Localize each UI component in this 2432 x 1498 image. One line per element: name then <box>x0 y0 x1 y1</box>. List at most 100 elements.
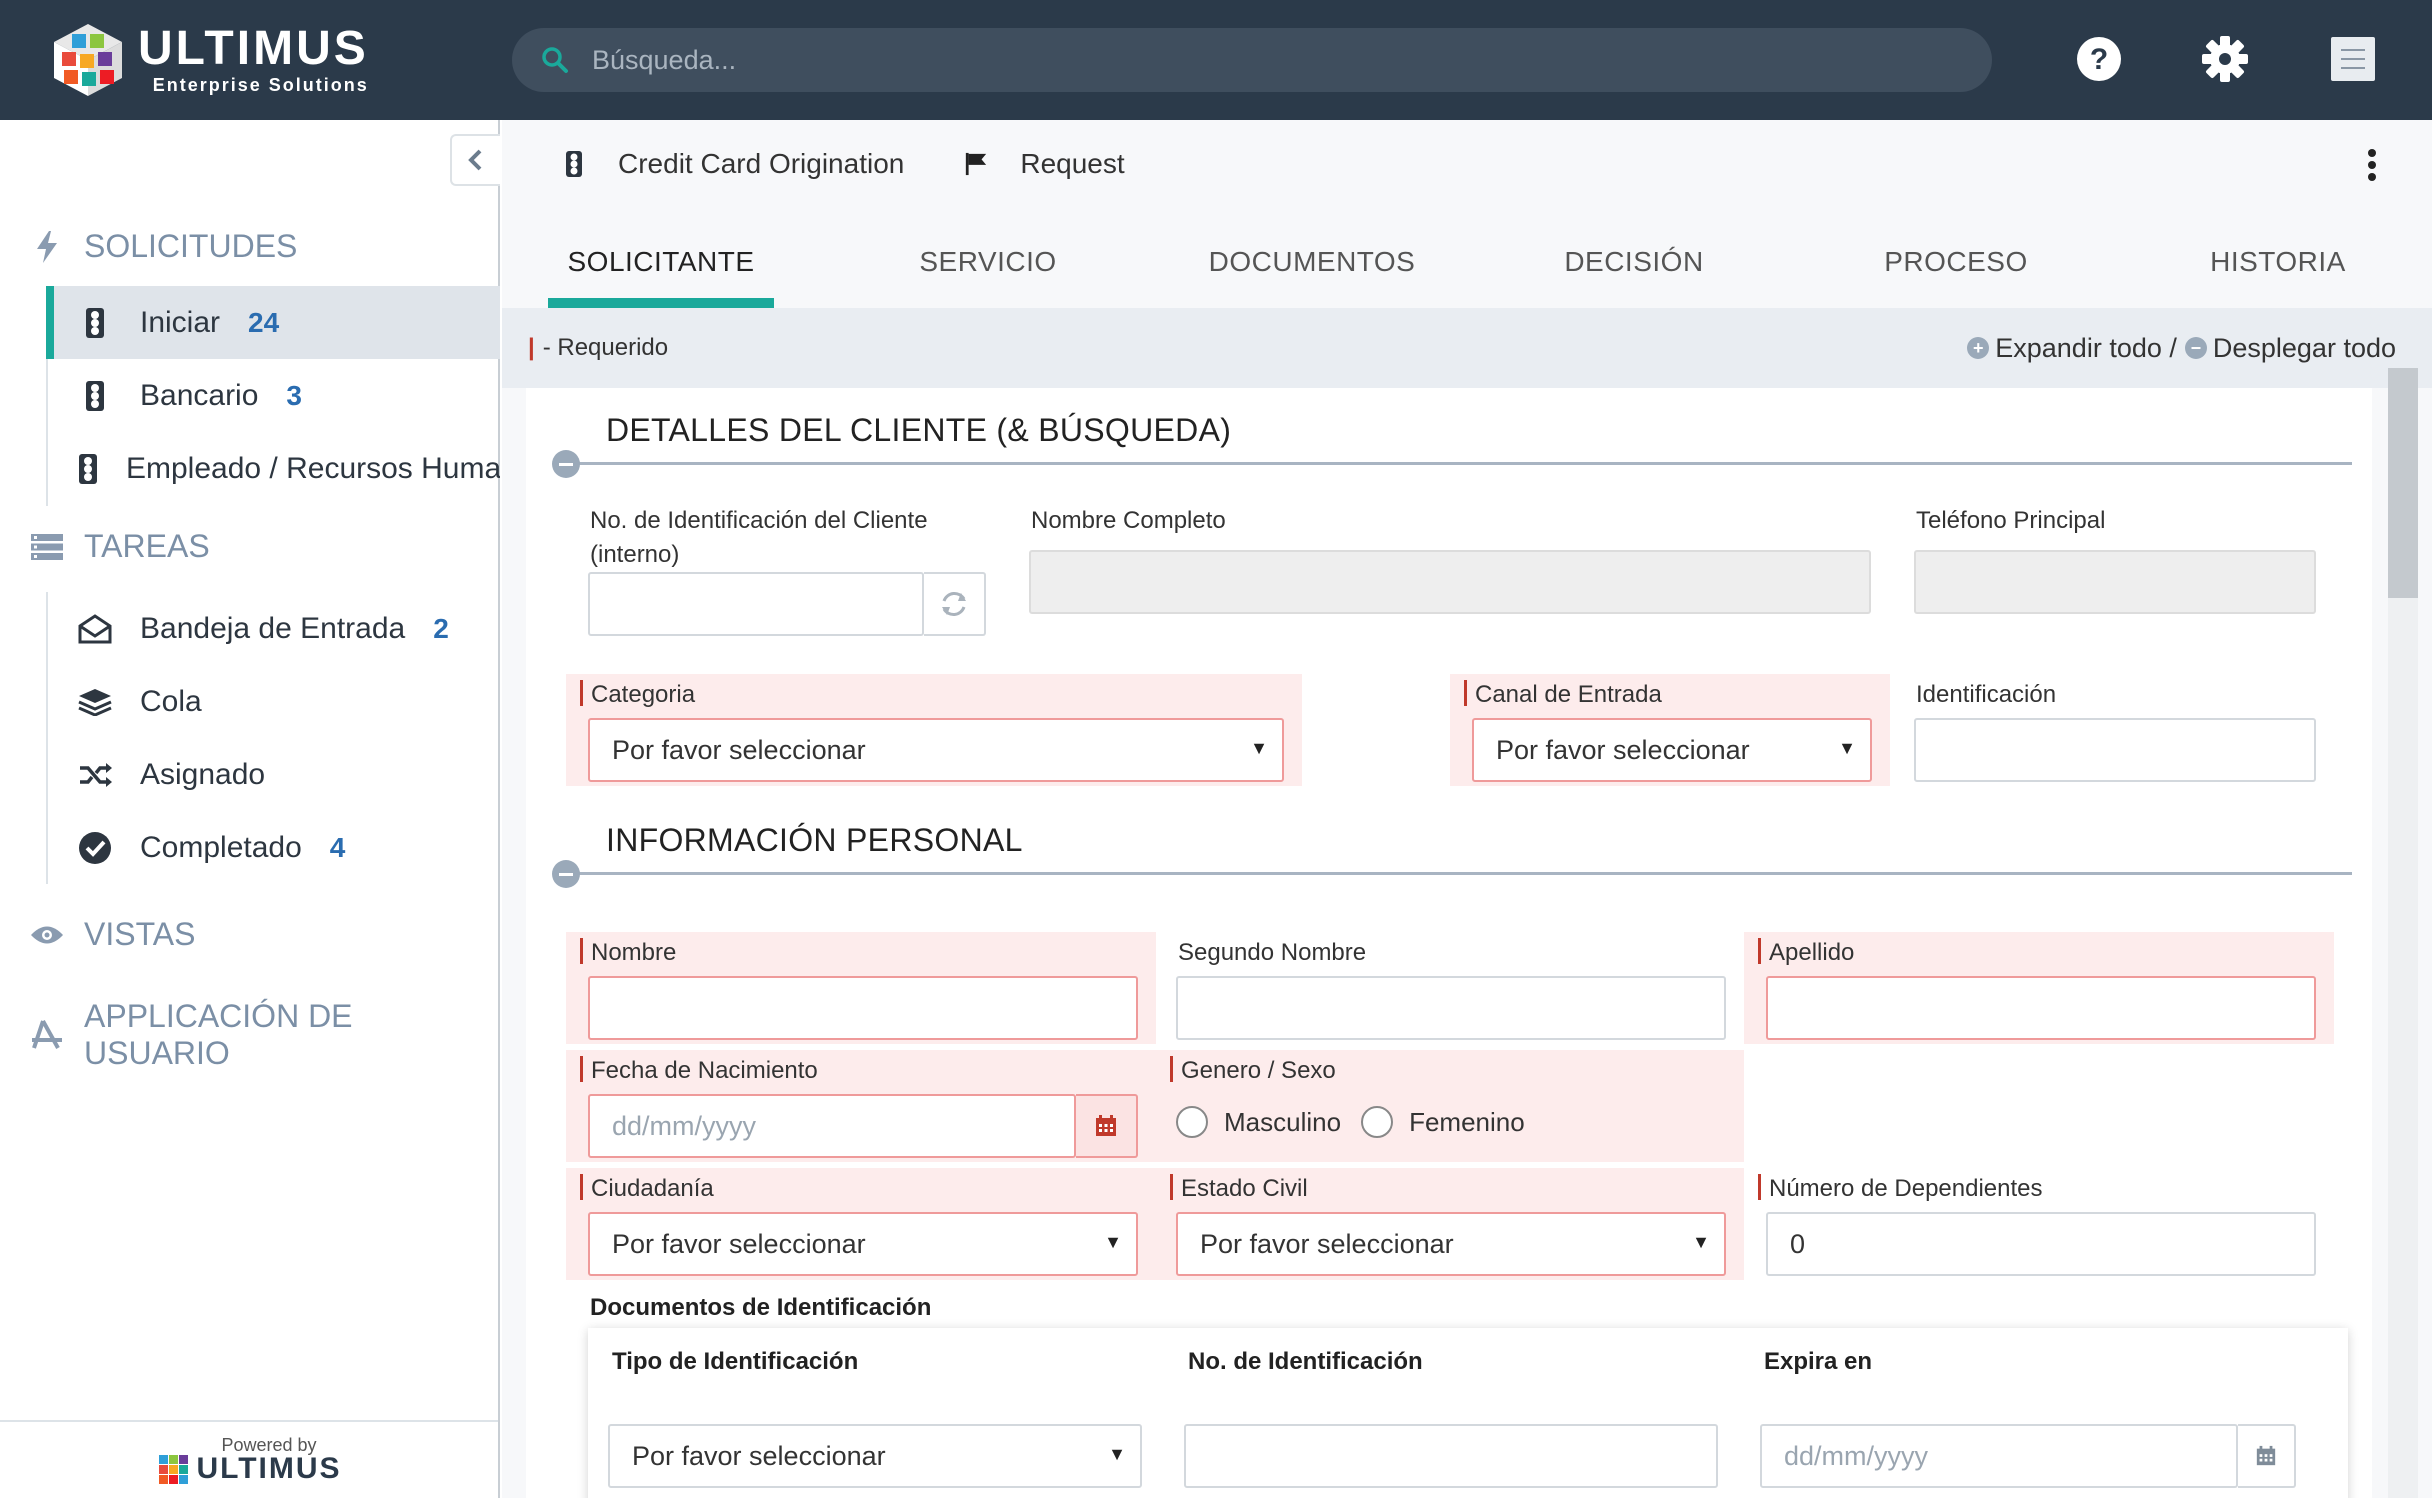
identification-label: Identificación <box>1916 681 2057 708</box>
sidebar-item-label: Iniciar <box>140 305 221 339</box>
section-solicitudes[interactable]: SOLICITUDES <box>30 228 297 265</box>
sidebar-item-bancario[interactable]: Bancario 3 <box>48 359 500 432</box>
help-icon: ? <box>2077 37 2121 81</box>
menu-button[interactable] <box>2324 30 2382 88</box>
brand-name: ULTIMUS <box>138 21 369 75</box>
category-select[interactable]: Por favor seleccionar ▼ <box>588 718 1284 782</box>
chevron-down-icon: ▼ <box>1250 738 1268 758</box>
breadcrumb-step[interactable]: Request <box>1020 148 1124 180</box>
column-header: No. de Identificación <box>1188 1348 1423 1375</box>
more-options-icon[interactable] <box>2366 148 2378 182</box>
radio-male[interactable] <box>1176 1106 1208 1138</box>
breadcrumb-process[interactable]: Credit Card Origination <box>618 148 904 180</box>
column-header: Expira en <box>1764 1348 1873 1375</box>
last-name-input[interactable] <box>1766 976 2316 1040</box>
collapse-section-icon[interactable] <box>552 450 580 478</box>
scrollbar[interactable] <box>2388 368 2418 1498</box>
lightning-icon <box>30 230 64 264</box>
required-legend-label: - Requerido <box>542 334 669 361</box>
search-bar[interactable] <box>512 28 1992 92</box>
section-tareas[interactable]: TAREAS <box>30 528 210 565</box>
tab-documentos[interactable]: DOCUMENTOS <box>1192 216 1432 308</box>
identification-input[interactable] <box>1914 718 2316 782</box>
sidebar-item-label: Completado <box>140 830 302 864</box>
refresh-button[interactable] <box>924 572 986 636</box>
collapse-sidebar-button[interactable] <box>450 134 500 186</box>
section-vistas[interactable]: VISTAS <box>30 916 195 953</box>
collapse-all-link[interactable]: Desplegar todo <box>2213 333 2396 364</box>
sidebar-item-label: Bancario <box>140 378 259 412</box>
tab-historia[interactable]: HISTORIA <box>2158 216 2398 308</box>
tab-solicitante[interactable]: SOLICITANTE <box>548 216 774 308</box>
brand-logo[interactable]: ULTIMUS Enterprise Solutions <box>52 18 369 102</box>
category-label: Categoria <box>580 678 695 712</box>
section-app[interactable]: APPLICACIÓN DE USUARIO <box>30 998 498 1072</box>
sidebar-item-empleado[interactable]: Empleado / Recursos Humanos <box>48 432 500 505</box>
traffic-light-icon <box>78 379 112 413</box>
civil-status-select[interactable]: Por favor seleccionar ▼ <box>1176 1212 1726 1276</box>
citizenship-select[interactable]: Por favor seleccionar ▼ <box>588 1212 1138 1276</box>
expiry-date-input[interactable]: dd/mm/yyyy <box>1760 1424 2238 1488</box>
tab-bar: SOLICITANTE SERVICIO DOCUMENTOS DECISIÓN… <box>502 216 2432 308</box>
last-name-label: Apellido <box>1758 936 1854 970</box>
logo-cube-icon <box>52 22 124 98</box>
sidebar-item-cola[interactable]: Cola <box>48 665 500 738</box>
expand-all-link[interactable]: Expandir todo / <box>1995 333 2177 364</box>
count-badge: 3 <box>286 379 302 411</box>
server-icon <box>30 530 64 564</box>
middle-name-input[interactable] <box>1176 976 1726 1040</box>
scrollbar-thumb[interactable] <box>2388 368 2418 598</box>
dependents-label: Número de Dependientes <box>1758 1172 2043 1206</box>
section-title-client: DETALLES DEL CLIENTE (& BÚSQUEDA) <box>606 412 1232 448</box>
refresh-icon <box>942 592 966 616</box>
category-value: Por favor seleccionar <box>612 734 866 765</box>
section-title-personal: INFORMACIÓN PERSONAL <box>606 822 1023 858</box>
phone-label: Teléfono Principal <box>1916 507 2106 534</box>
section-app-label: APPLICACIÓN DE USUARIO <box>84 998 353 1071</box>
calendar-button[interactable] <box>1076 1094 1138 1158</box>
dependents-input[interactable]: 0 <box>1766 1212 2316 1276</box>
section-tareas-label: TAREAS <box>84 528 210 564</box>
birth-date-input[interactable]: dd/mm/yyyy <box>588 1094 1076 1158</box>
sidebar-item-label: Asignado <box>140 757 266 791</box>
full-name-input <box>1029 550 1871 614</box>
sidebar-item-bandeja[interactable]: Bandeja de Entrada 2 <box>48 592 500 665</box>
search-input[interactable] <box>592 44 1892 76</box>
footer-brand: ULTIMUS <box>196 1451 342 1485</box>
birth-date-placeholder: dd/mm/yyyy <box>612 1110 757 1141</box>
sidebar-item-asignado[interactable]: Asignado <box>48 738 500 811</box>
tab-servicio[interactable]: SERVICIO <box>868 216 1108 308</box>
count-badge: 24 <box>248 306 280 338</box>
column-header: Tipo de Identificación <box>612 1348 859 1375</box>
app-store-icon <box>30 1018 64 1052</box>
tab-decision[interactable]: DECISIÓN <box>1514 216 1754 308</box>
id-type-select[interactable]: Por favor seleccionar ▼ <box>608 1424 1142 1488</box>
sidebar-item-label: Bandeja de Entrada <box>140 611 406 645</box>
tab-proceso[interactable]: PROCESO <box>1836 216 2076 308</box>
radio-female[interactable] <box>1361 1106 1394 1138</box>
first-name-input[interactable] <box>588 976 1138 1040</box>
section-divider <box>566 872 2352 875</box>
inbox-envelope-icon <box>78 612 112 646</box>
sidebar-item-label: Empleado / Recursos Humanos <box>126 451 500 485</box>
sidebar-item-completado[interactable]: Completado 4 <box>48 811 500 884</box>
id-number-input[interactable] <box>1184 1424 1718 1488</box>
form-content: DETALLES DEL CLIENTE (& BÚSQUEDA) No. de… <box>526 388 2372 1498</box>
sidebar-item-iniciar[interactable]: Iniciar 24 <box>46 286 500 359</box>
logo-cube-icon <box>159 1454 189 1484</box>
id-docs-heading: Documentos de Identificación <box>590 1294 932 1321</box>
shuffle-icon <box>78 758 112 792</box>
collapse-section-icon[interactable] <box>552 860 580 888</box>
female-label: Femenino <box>1409 1106 1525 1137</box>
calendar-button[interactable] <box>2238 1424 2296 1488</box>
id-docs-table: Tipo de Identificación No. de Identifica… <box>588 1328 2348 1498</box>
count-badge: 4 <box>329 831 346 863</box>
civil-status-value: Por favor seleccionar <box>1200 1228 1454 1259</box>
traffic-light-icon <box>78 306 112 340</box>
minus-circle-icon: − <box>2184 337 2207 359</box>
section-vistas-label: VISTAS <box>84 916 196 952</box>
settings-button[interactable] <box>2196 30 2254 88</box>
client-id-input[interactable] <box>588 572 924 636</box>
help-button[interactable]: ? <box>2070 30 2128 88</box>
channel-select[interactable]: Por favor seleccionar ▼ <box>1472 718 1872 782</box>
